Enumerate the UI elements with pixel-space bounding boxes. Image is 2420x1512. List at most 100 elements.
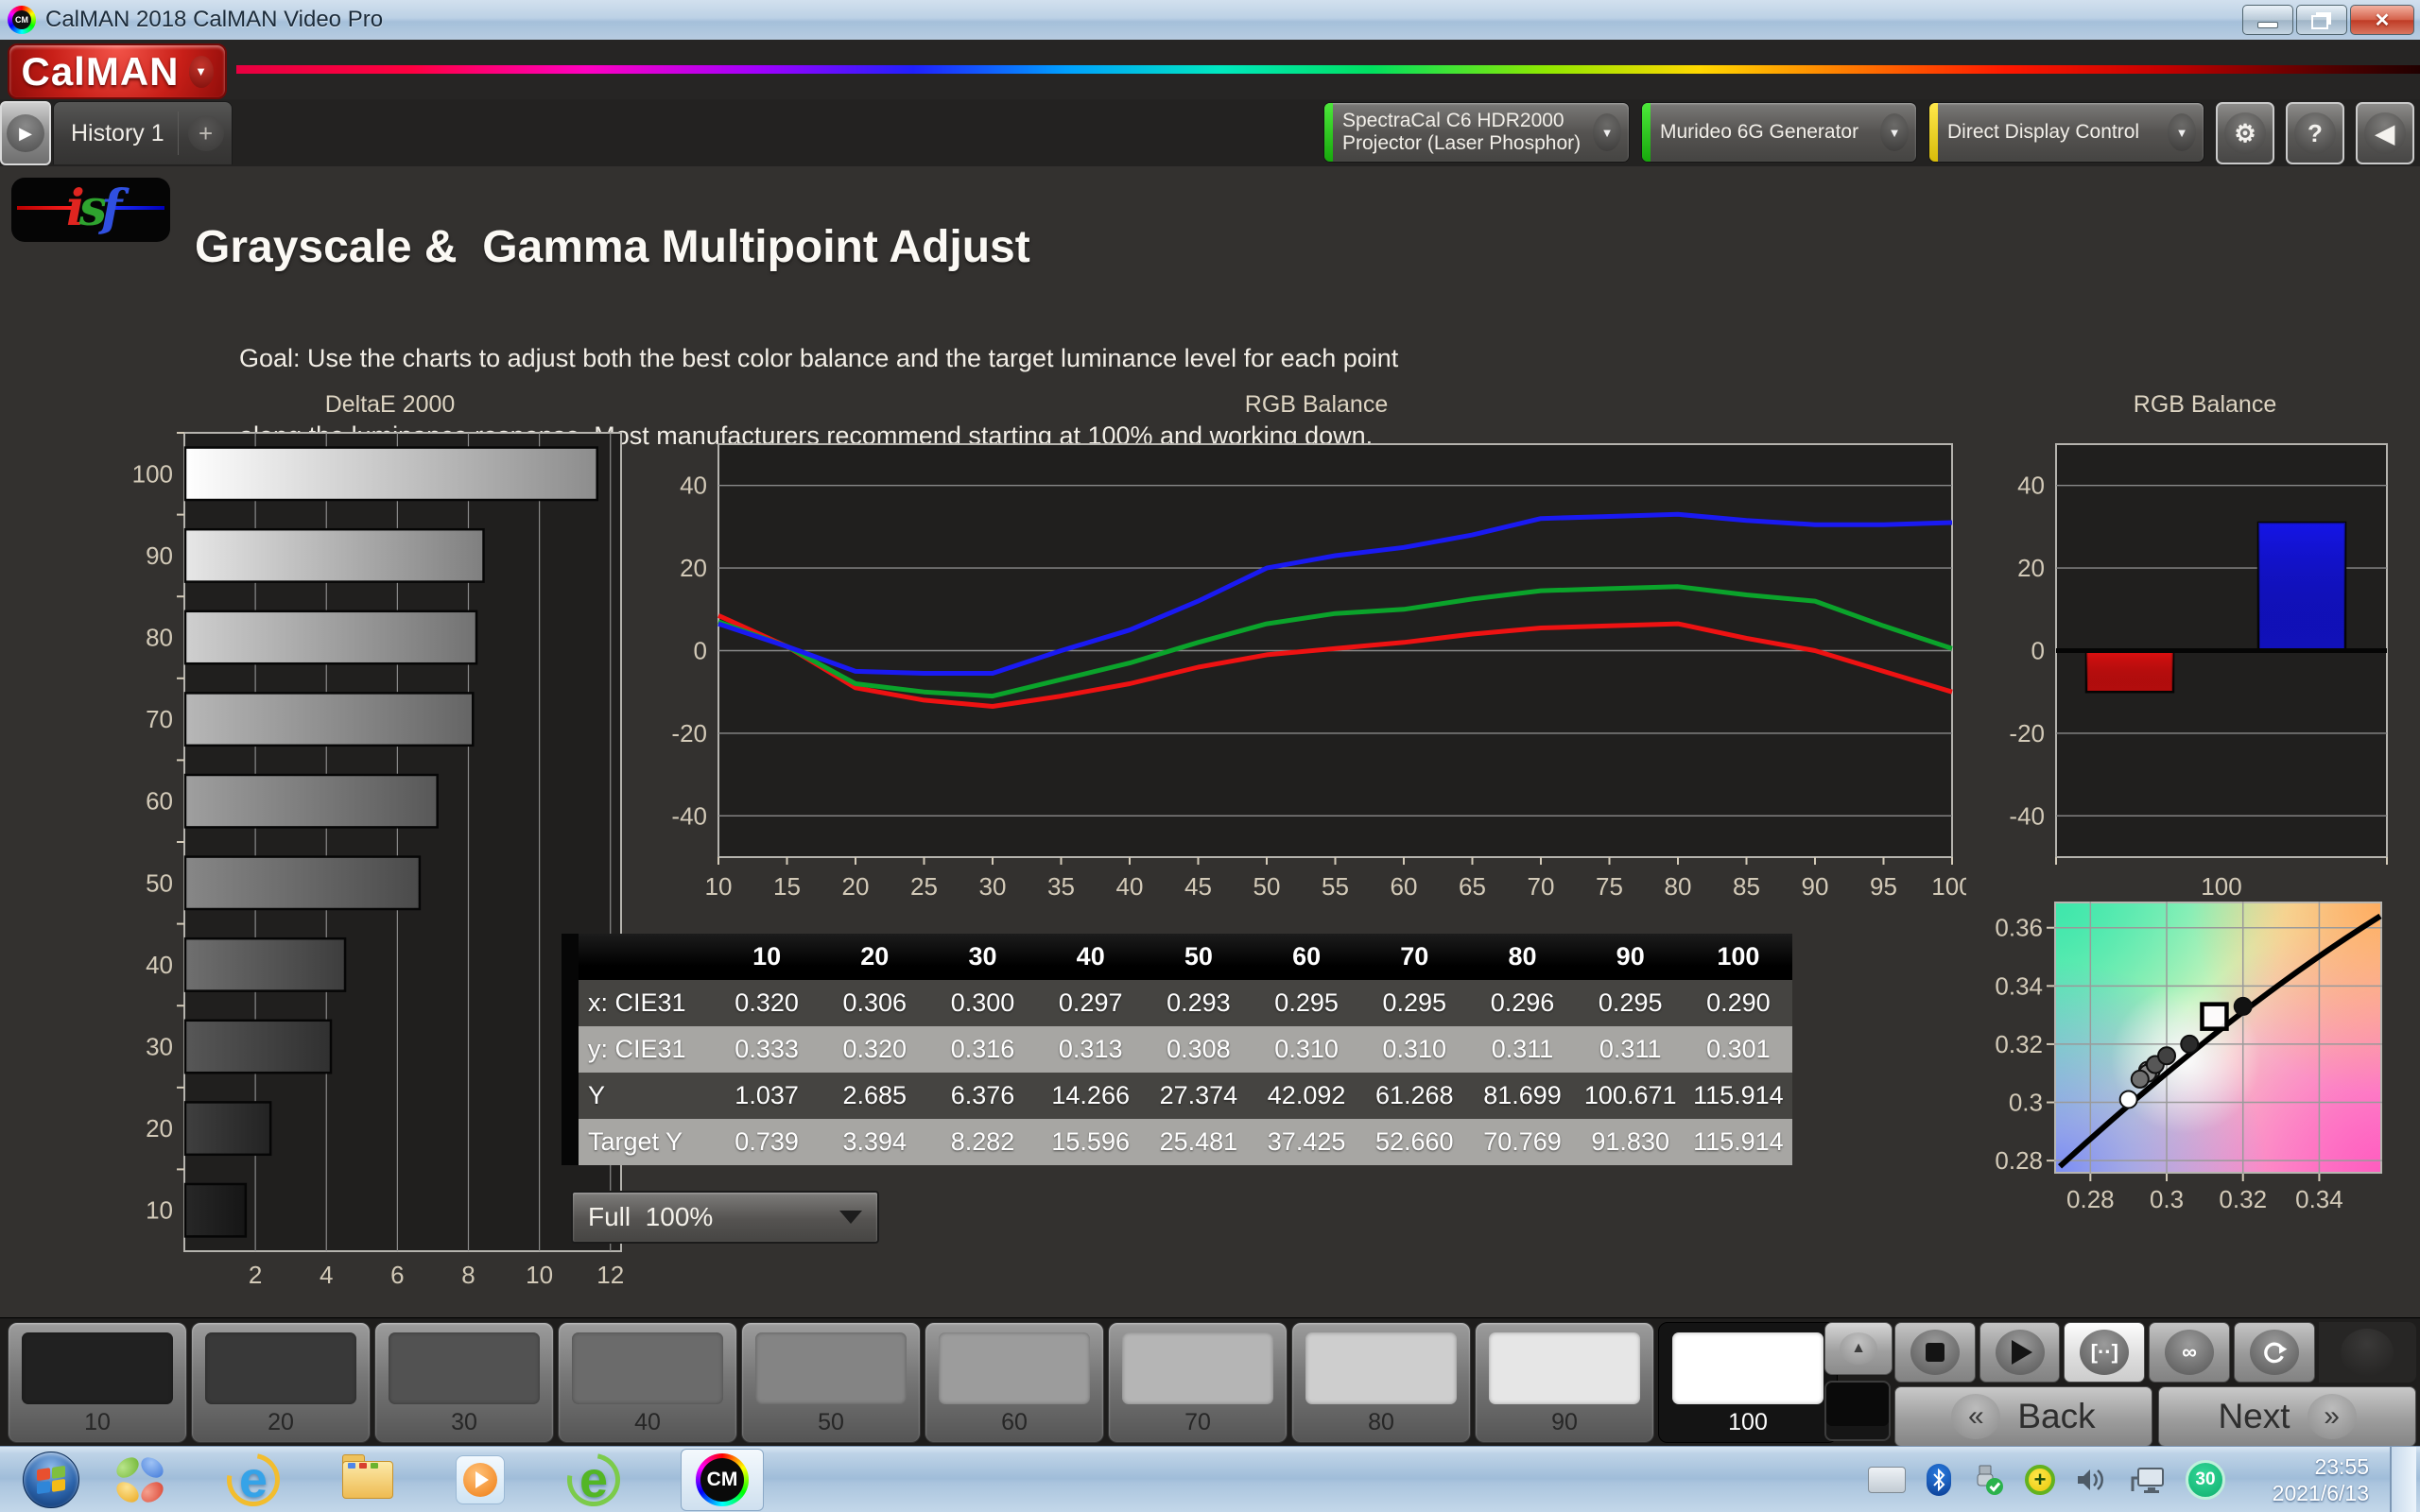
source-dropdown[interactable]: Murideo 6G Generator ▼ [1641, 102, 1917, 163]
play-button[interactable] [1979, 1322, 2061, 1383]
y-tick-label: 0 [2031, 637, 2045, 665]
help-button[interactable]: ? [2286, 102, 2344, 164]
pattern-patch-50[interactable]: 50 [741, 1322, 921, 1443]
battery-tray-icon[interactable]: 30 [2186, 1460, 2225, 1500]
table-header-cell: 50 [1145, 942, 1253, 971]
cie-point-100 [2120, 1091, 2137, 1108]
table-row-label: y: CIE31 [579, 1035, 713, 1064]
restore-button[interactable] [2296, 5, 2347, 35]
pattern-patch-70[interactable]: 70 [1108, 1322, 1288, 1443]
refresh-button[interactable] [2234, 1322, 2315, 1383]
rgb-balance-bar-plot: 40200-20-40100 [2004, 420, 2406, 902]
deltae-bar-20 [185, 1102, 270, 1154]
y-tick-label: 0.28 [1995, 1146, 2043, 1175]
pattern-patch-40[interactable]: 40 [558, 1322, 737, 1443]
deltae-bar-60 [185, 775, 438, 827]
table-cell: 0.301 [1685, 1035, 1792, 1064]
rgb-balance-line-chart: RGB Balance 40200-20-4010152025303540455… [666, 391, 1966, 906]
window-titlebar: CM CalMAN 2018 CalMAN Video Pro ✕ [0, 0, 2420, 41]
inactive-transport-slot [2319, 1322, 2416, 1383]
patch-label: 60 [925, 1409, 1103, 1436]
x-tick-label: 0.34 [2295, 1185, 2343, 1213]
y-tick-label: 90 [146, 541, 173, 570]
pattern-preview-window[interactable] [1824, 1381, 1891, 1441]
isf-blue-line [110, 206, 164, 210]
volume-tray-icon[interactable] [2076, 1466, 2108, 1494]
y-tick-label: 0.32 [1995, 1030, 2043, 1058]
table-cell: 8.282 [928, 1127, 1036, 1157]
back-button[interactable]: « Back [1894, 1386, 2152, 1447]
file-explorer-icon[interactable] [340, 1453, 393, 1506]
y-tick-label: 50 [146, 868, 173, 897]
pattern-size-dropdown[interactable]: Full 100% [571, 1191, 879, 1244]
pattern-patch-10[interactable]: 10 [8, 1322, 187, 1443]
close-button[interactable]: ✕ [2350, 5, 2414, 35]
pattern-patch-30[interactable]: 30 [374, 1322, 554, 1443]
bluetooth-tray-icon[interactable] [1927, 1464, 1951, 1496]
table-row: Target Y0.7393.3948.28215.59625.48137.42… [579, 1119, 1792, 1165]
table-cell: 91.830 [1577, 1127, 1685, 1157]
security-tray-icon[interactable]: + [2025, 1465, 2055, 1495]
add-tab-button[interactable]: + [188, 115, 224, 151]
pattern-patch-80[interactable]: 80 [1291, 1322, 1471, 1443]
y-tick-label: 40 [680, 472, 707, 500]
deltae-bar-40 [185, 938, 345, 990]
x-tick-label: 100 [1931, 872, 1966, 901]
source-name: Murideo 6G Generator [1660, 121, 1858, 144]
keyboard-tray-icon[interactable] [1868, 1467, 1906, 1493]
show-desktop-button[interactable] [2390, 1447, 2416, 1512]
meter-mode: Projector (Laser Phosphor) [1342, 132, 1581, 154]
single-measure-button[interactable]: [··] [2064, 1322, 2145, 1383]
calman-menu-button[interactable]: CalMAN ▼ [8, 43, 227, 99]
pattern-patch-20[interactable]: 20 [191, 1322, 371, 1443]
stop-button[interactable] [1894, 1322, 1976, 1383]
table-cell: 15.596 [1037, 1127, 1145, 1157]
y-tick-label: 70 [146, 705, 173, 733]
tab-label: History 1 [71, 120, 164, 147]
collapse-panel-button[interactable]: ◀ [2356, 102, 2414, 164]
x-tick-label: 80 [1665, 872, 1692, 901]
gray-swatch [205, 1332, 356, 1404]
rgb-bar-sheen [2258, 523, 2345, 650]
back-chevron-icon: « [1951, 1394, 2000, 1439]
table-header-cell: 40 [1037, 942, 1145, 971]
taskbar-clock[interactable]: 23:55 2021/6/13 [2246, 1453, 2369, 1506]
y-tick-label: 40 [146, 951, 173, 979]
network-tray-icon[interactable] [2129, 1465, 2165, 1495]
windows-taskbar: e e CM [0, 1446, 2420, 1512]
pattern-patch-60[interactable]: 60 [925, 1322, 1104, 1443]
rgb-bar-sheen [2086, 651, 2173, 693]
tab-history-1[interactable]: History 1 + [53, 101, 233, 164]
play-arrow-icon: ▶ [7, 114, 44, 152]
main-content: isf Grayscale & Gamma Multipoint Adjust … [0, 166, 2420, 1317]
pattern-size-value: Full 100% [588, 1202, 713, 1232]
chevron-down-icon: ▼ [2168, 113, 2196, 151]
media-player-icon[interactable] [454, 1453, 507, 1506]
collapse-strip-button[interactable]: ▲ [1824, 1322, 1893, 1375]
settings-button[interactable]: ⚙ [2216, 102, 2274, 164]
meter-status-stripe [1324, 103, 1333, 162]
gear-icon: ⚙ [2224, 112, 2266, 154]
display-status-stripe [1929, 103, 1938, 162]
table-cell: 0.296 [1468, 988, 1576, 1018]
usb-tray-icon[interactable] [1972, 1464, 2004, 1496]
continuous-measure-button[interactable]: ∞ [2149, 1322, 2230, 1383]
browser-icon[interactable]: e [567, 1453, 620, 1506]
minimize-button[interactable] [2242, 5, 2293, 35]
meter-dropdown[interactable]: SpectraCal C6 HDR2000 Projector (Laser P… [1323, 102, 1630, 163]
pattern-patch-90[interactable]: 90 [1475, 1322, 1654, 1443]
start-button[interactable] [23, 1452, 79, 1508]
x-tick-label: 60 [1391, 872, 1418, 901]
x-tick-label: 12 [596, 1261, 624, 1289]
tab-scroll-button[interactable]: ▶ [0, 101, 51, 165]
calman-taskbar-button[interactable]: CM [681, 1449, 764, 1511]
display-control-dropdown[interactable]: Direct Display Control ▼ [1928, 102, 2204, 163]
pattern-patch-100[interactable]: 100 [1658, 1322, 1838, 1443]
taskbar-color-app-icon[interactable] [113, 1453, 166, 1506]
internet-explorer-icon[interactable]: e [227, 1453, 280, 1506]
cie-point-30 [2158, 1047, 2175, 1064]
windows-flag-icon [37, 1466, 65, 1494]
next-button[interactable]: Next » [2158, 1386, 2416, 1447]
table-cell: 0.739 [713, 1127, 821, 1157]
isf-letter-i: i [66, 180, 79, 237]
